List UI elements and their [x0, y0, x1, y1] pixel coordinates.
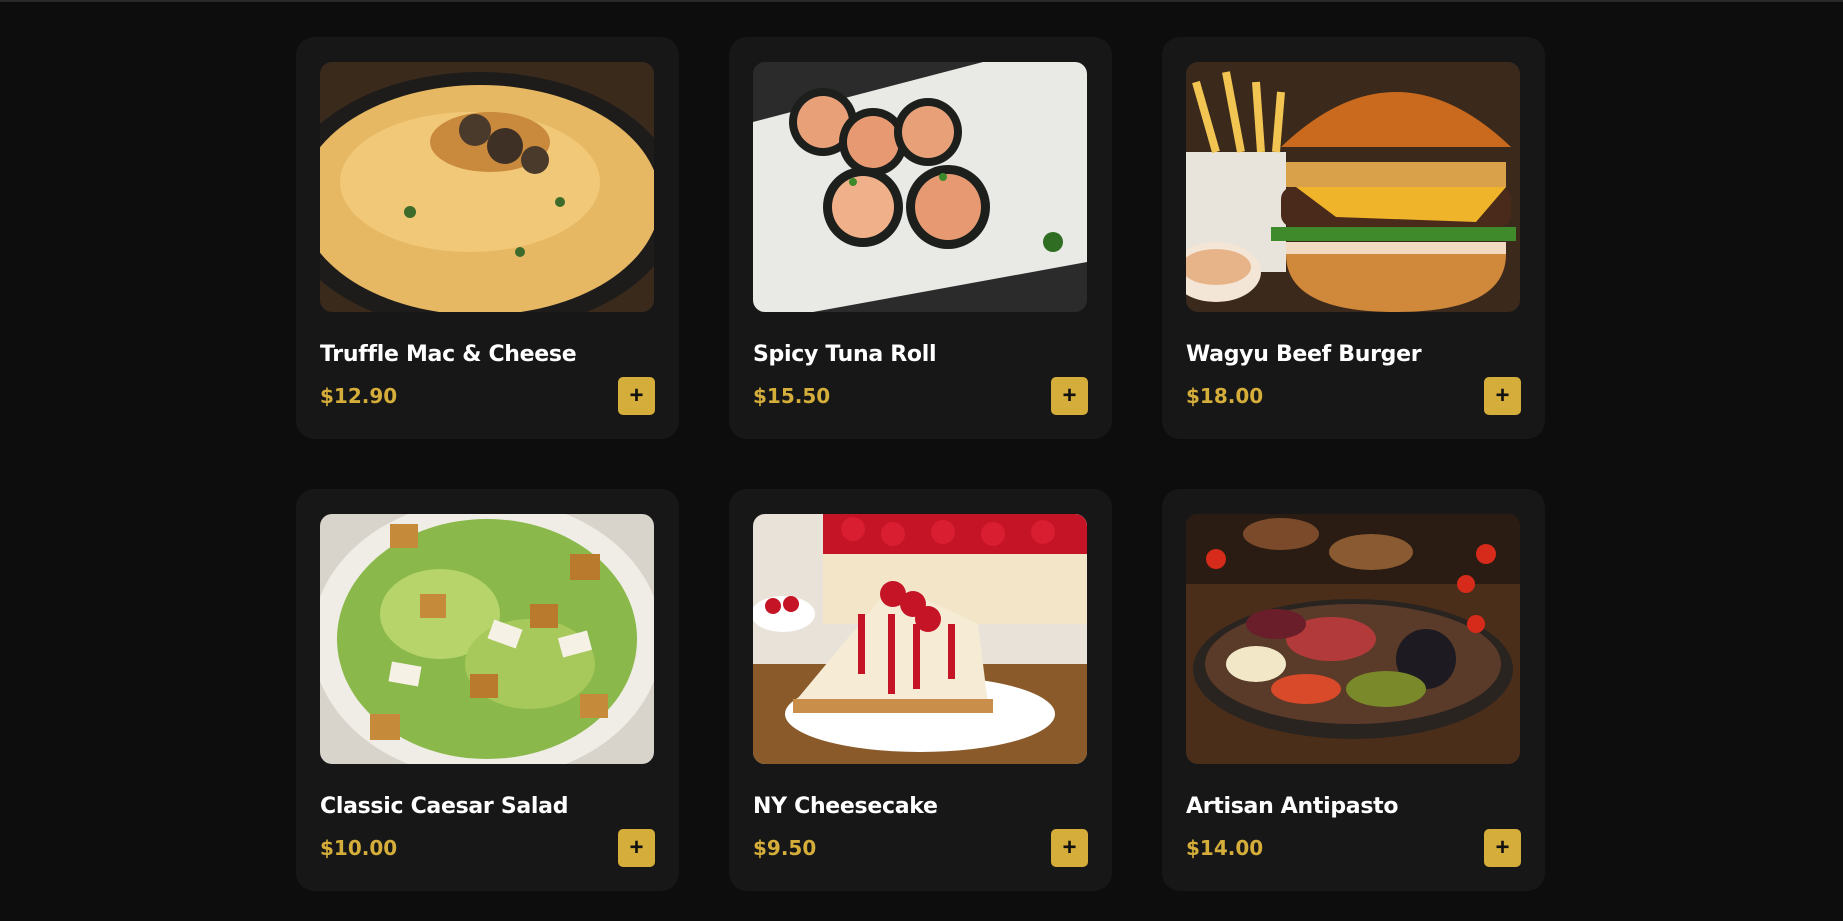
add-to-cart-button[interactable]: + [1484, 377, 1521, 415]
food-image-mac-and-cheese[interactable] [320, 62, 654, 312]
price-row: $9.50 + [753, 829, 1088, 867]
add-to-cart-button[interactable]: + [1051, 377, 1088, 415]
menu-page: Truffle Mac & Cheese $12.90 + Spicy Tuna… [0, 0, 1843, 921]
price-row: $18.00 + [1186, 377, 1521, 415]
item-title: Wagyu Beef Burger [1186, 342, 1422, 367]
price-row: $14.00 + [1186, 829, 1521, 867]
add-to-cart-button[interactable]: + [618, 377, 655, 415]
item-title: Classic Caesar Salad [320, 794, 569, 819]
item-price: $9.50 [753, 836, 817, 860]
item-title: Truffle Mac & Cheese [320, 342, 577, 367]
menu-card: Artisan Antipasto $14.00 + [1162, 489, 1545, 891]
menu-card: Classic Caesar Salad $10.00 + [296, 489, 679, 891]
plus-icon: + [629, 382, 644, 409]
plus-icon: + [1495, 382, 1510, 409]
menu-grid: Truffle Mac & Cheese $12.90 + Spicy Tuna… [296, 37, 1545, 891]
food-image-spicy-tuna-roll[interactable] [753, 62, 1087, 312]
menu-card: Spicy Tuna Roll $15.50 + [729, 37, 1112, 439]
food-image-cheesecake[interactable] [753, 514, 1087, 764]
plus-icon: + [1062, 834, 1077, 861]
item-price: $12.90 [320, 384, 398, 408]
food-image-antipasto[interactable] [1186, 514, 1520, 764]
menu-card: Truffle Mac & Cheese $12.90 + [296, 37, 679, 439]
menu-card: Wagyu Beef Burger $18.00 + [1162, 37, 1545, 439]
item-price: $18.00 [1186, 384, 1264, 408]
menu-card: NY Cheesecake $9.50 + [729, 489, 1112, 891]
price-row: $15.50 + [753, 377, 1088, 415]
item-title: Artisan Antipasto [1186, 794, 1399, 819]
item-title: NY Cheesecake [753, 794, 938, 819]
food-image-caesar-salad[interactable] [320, 514, 654, 764]
item-title: Spicy Tuna Roll [753, 342, 937, 367]
food-image-wagyu-burger[interactable] [1186, 62, 1520, 312]
item-price: $14.00 [1186, 836, 1264, 860]
item-price: $10.00 [320, 836, 398, 860]
add-to-cart-button[interactable]: + [618, 829, 655, 867]
plus-icon: + [1062, 382, 1077, 409]
price-row: $10.00 + [320, 829, 655, 867]
add-to-cart-button[interactable]: + [1484, 829, 1521, 867]
price-row: $12.90 + [320, 377, 655, 415]
item-price: $15.50 [753, 384, 831, 408]
plus-icon: + [1495, 834, 1510, 861]
add-to-cart-button[interactable]: + [1051, 829, 1088, 867]
plus-icon: + [629, 834, 644, 861]
